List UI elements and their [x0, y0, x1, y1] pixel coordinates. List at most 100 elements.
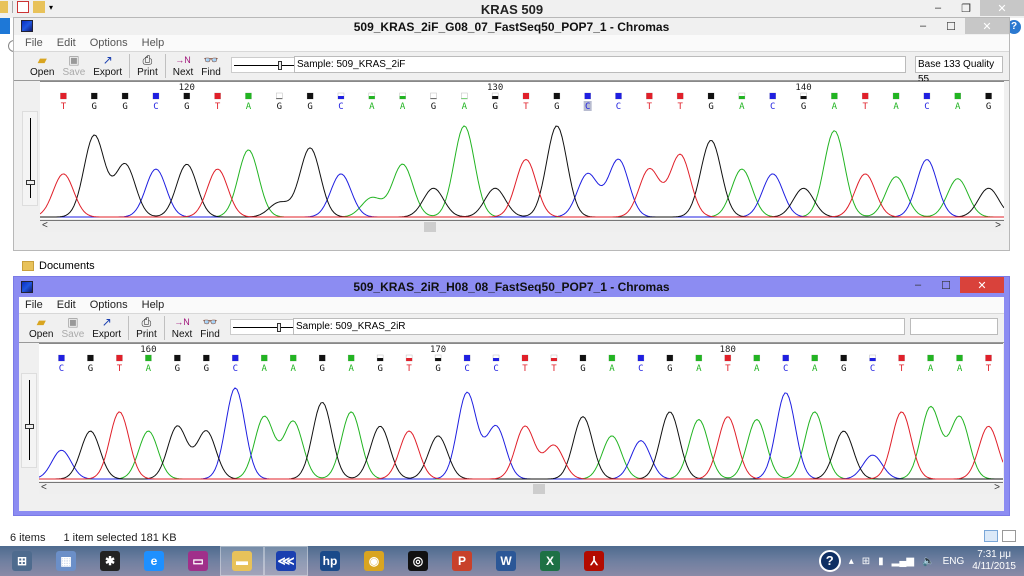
- taskbar-puzzle-app[interactable]: ✱: [88, 546, 132, 576]
- base-call[interactable]: A: [893, 102, 899, 112]
- base-call[interactable]: C: [783, 364, 788, 374]
- volume-icon[interactable]: 🔈: [922, 556, 934, 567]
- base-call[interactable]: C: [585, 102, 590, 112]
- base-call[interactable]: C: [338, 102, 343, 112]
- base-call[interactable]: G: [841, 364, 846, 374]
- minimize-button[interactable]: –: [909, 18, 937, 34]
- vertical-scale-slider[interactable]: [21, 373, 37, 468]
- base-call[interactable]: A: [609, 364, 615, 374]
- base-call[interactable]: A: [462, 102, 468, 112]
- base-call[interactable]: G: [175, 364, 180, 374]
- base-call[interactable]: A: [739, 102, 745, 112]
- slider-thumb[interactable]: [276, 323, 281, 332]
- save-button[interactable]: ▣ Save: [57, 316, 88, 342]
- find-button[interactable]: 👓 Find: [197, 54, 224, 80]
- restore-button[interactable]: ❐: [952, 0, 980, 16]
- open-button[interactable]: ▰ Open: [26, 54, 58, 80]
- base-call[interactable]: A: [262, 364, 268, 374]
- base-call[interactable]: T: [61, 102, 67, 112]
- taskbar-file-explorer[interactable]: ▬: [220, 546, 264, 576]
- slider-thumb[interactable]: [25, 424, 34, 429]
- horizontal-zoom-slider[interactable]: [230, 57, 303, 73]
- base-call[interactable]: T: [986, 364, 992, 374]
- export-button[interactable]: ↗ Export: [89, 54, 126, 80]
- chromatogram-canvas[interactable]: 120 130 140 T G G C G T A G G C A A G A G T G C C T T G A C G A T A C A G: [40, 81, 1004, 219]
- base-call[interactable]: T: [677, 102, 683, 112]
- close-button[interactable]: ✕: [980, 0, 1024, 16]
- base-call[interactable]: C: [464, 364, 469, 374]
- base-call[interactable]: C: [924, 102, 929, 112]
- print-button[interactable]: ⎙ Print: [133, 54, 162, 80]
- slider-thumb[interactable]: [26, 180, 35, 185]
- base-call[interactable]: G: [377, 364, 382, 374]
- slider-thumb[interactable]: [277, 61, 282, 70]
- base-call[interactable]: A: [246, 102, 252, 112]
- base-call[interactable]: G: [88, 364, 93, 374]
- base-call[interactable]: A: [832, 102, 838, 112]
- taskbar-calculator[interactable]: ▦: [44, 546, 88, 576]
- base-call[interactable]: G: [554, 102, 559, 112]
- base-call[interactable]: A: [369, 102, 375, 112]
- base-call[interactable]: G: [184, 102, 189, 112]
- action-center-icon[interactable]: ⊞: [862, 556, 870, 567]
- chromatogram-canvas[interactable]: 160 170 180 C G T A G G C A A G A G T G C C T T G A C G A T A C A G C T A…: [39, 343, 1003, 481]
- base-call[interactable]: C: [59, 364, 64, 374]
- base-call[interactable]: T: [522, 364, 528, 374]
- horizontal-zoom-slider[interactable]: [229, 319, 302, 335]
- base-call[interactable]: A: [348, 364, 354, 374]
- window-titlebar[interactable]: 509_KRAS_2iR_H08_08_FastSeq50_POP7_1 - C…: [19, 277, 1004, 297]
- menu-edit[interactable]: Edit: [57, 37, 76, 49]
- base-call[interactable]: A: [957, 364, 963, 374]
- base-call[interactable]: A: [400, 102, 406, 112]
- scroll-left-icon[interactable]: <: [41, 482, 47, 493]
- taskbar-chromas[interactable]: ⋘: [264, 546, 308, 576]
- base-call[interactable]: G: [492, 102, 497, 112]
- base-call[interactable]: G: [122, 102, 127, 112]
- menu-options[interactable]: Options: [90, 37, 128, 49]
- base-call[interactable]: G: [307, 102, 312, 112]
- base-call[interactable]: C: [493, 364, 498, 374]
- base-call[interactable]: C: [770, 102, 775, 112]
- menu-edit[interactable]: Edit: [57, 299, 76, 311]
- find-button[interactable]: 👓 Find: [196, 316, 223, 342]
- scroll-left-icon[interactable]: <: [42, 220, 48, 231]
- maximize-button[interactable]: ☐: [932, 277, 960, 293]
- menu-file[interactable]: File: [25, 299, 43, 311]
- base-call[interactable]: G: [986, 102, 991, 112]
- base-call[interactable]: T: [406, 364, 412, 374]
- save-button[interactable]: ▣ Save: [58, 54, 89, 80]
- base-call[interactable]: G: [277, 102, 282, 112]
- base-call[interactable]: C: [153, 102, 158, 112]
- minimize-button[interactable]: –: [904, 277, 932, 293]
- base-call[interactable]: T: [551, 364, 557, 374]
- taskbar-excel[interactable]: X: [528, 546, 572, 576]
- base-call[interactable]: G: [708, 102, 713, 112]
- base-call[interactable]: T: [523, 102, 529, 112]
- base-call[interactable]: T: [863, 102, 869, 112]
- base-call[interactable]: A: [812, 364, 818, 374]
- minimize-button[interactable]: –: [924, 0, 952, 16]
- taskbar-media-player[interactable]: ◎: [396, 546, 440, 576]
- window-titlebar[interactable]: 509_KRAS_2iF_G08_07_FastSeq50_POP7_1 - C…: [14, 18, 1009, 35]
- next-button[interactable]: →N Next: [168, 316, 197, 342]
- base-call[interactable]: T: [647, 102, 653, 112]
- scroll-right-icon[interactable]: >: [995, 220, 1001, 231]
- scroll-right-icon[interactable]: >: [994, 482, 1000, 493]
- scroll-thumb[interactable]: [533, 484, 546, 494]
- base-call[interactable]: T: [899, 364, 905, 374]
- taskbar-start[interactable]: ⊞: [0, 546, 44, 576]
- vertical-scale-slider[interactable]: [22, 111, 38, 206]
- base-call[interactable]: A: [696, 364, 702, 374]
- show-hidden-icons-icon[interactable]: ▴: [849, 556, 854, 567]
- base-call[interactable]: T: [117, 364, 123, 374]
- taskbar-chrome[interactable]: ◉: [352, 546, 396, 576]
- base-call[interactable]: G: [204, 364, 209, 374]
- base-call[interactable]: C: [233, 364, 238, 374]
- taskbar-acrobat[interactable]: ⅄: [572, 546, 616, 576]
- scroll-thumb[interactable]: [424, 222, 436, 232]
- close-button[interactable]: ✕: [960, 277, 1004, 293]
- close-button[interactable]: ✕: [965, 18, 1009, 34]
- menu-help[interactable]: Help: [142, 299, 165, 311]
- base-call[interactable]: A: [291, 364, 297, 374]
- battery-icon[interactable]: ▮: [878, 556, 884, 567]
